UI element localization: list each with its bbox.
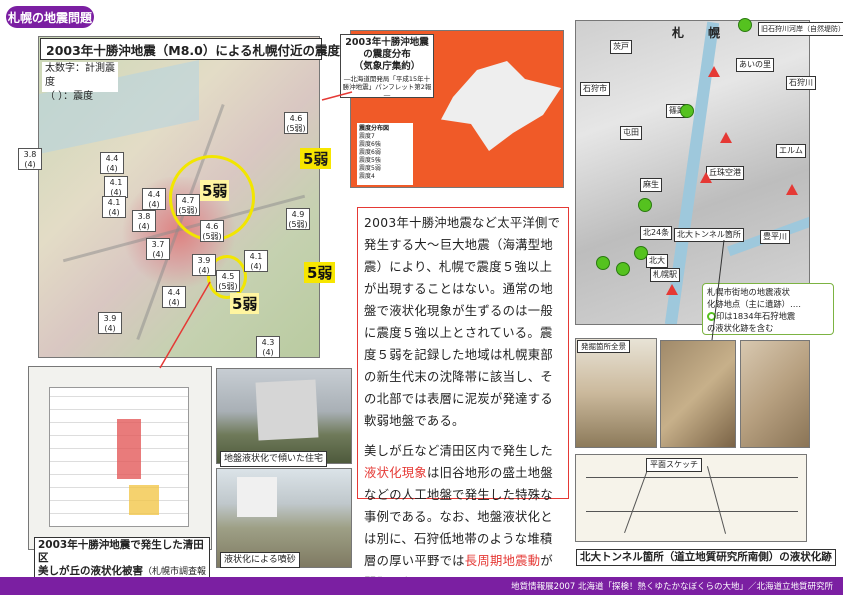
explanation-text: 2003年十勝沖地震など太平洋側で発生する大〜巨大地震（海溝型地震）により、札幌… [357, 207, 569, 590]
intensity-value: 4.6 (5弱) [284, 112, 308, 134]
site-marker [700, 172, 712, 183]
place-label: 豊平川 [760, 230, 790, 244]
intensity-value: 4.9 (5弱) [286, 208, 310, 230]
intensity-value: 4.4 (4) [142, 188, 166, 210]
excavation-overview-photo [575, 338, 657, 448]
place-label: 麻生 [640, 178, 662, 192]
damage-area [129, 485, 159, 515]
intensity-value: 4.3 (4) [256, 336, 280, 358]
house-caption: 地盤液状化で傾いた住宅 [220, 451, 328, 467]
legend-measured: 太数字：計測震度 [45, 63, 115, 88]
paragraph-2: 美しが丘など清田区内で発生した液状化現象は旧谷地形の盛土地盤などの人工地盤で発生… [364, 444, 553, 590]
map-legend: 太数字：計測震度 （ ）：震度 [42, 62, 118, 102]
excavation-caption: 発掘箇所全景 [577, 340, 630, 353]
intensity-label: 5弱 [200, 180, 230, 201]
place-label: 北大 [646, 254, 668, 268]
intensity-value: 4.7 (5弱) [176, 194, 200, 216]
paragraph-1: 2003年十勝沖地震など太平洋側で発生する大〜巨大地震（海溝型地震）により、札幌… [364, 216, 561, 428]
map-title: 2003年十勝沖地震（M8.0）による札幌付近の震度 [40, 38, 340, 60]
footer-bar: 地質情報展2007 北海道「探検！熱くゆたかなぼくらの大地」／北海道立地質研究所 [0, 577, 843, 595]
liquefaction-marker [680, 104, 694, 118]
intensity-label: 5弱 [230, 293, 260, 314]
sketch-line [586, 477, 798, 478]
legend-intensity: （ ）：震度 [45, 91, 94, 102]
intensity-value: 3.8 (4) [132, 210, 156, 232]
intensity-value: 4.4 (4) [100, 152, 124, 174]
excavation-detail-photo [660, 340, 736, 448]
marker-label: 旧石狩川河岸（自然堤防） [758, 22, 843, 36]
place-label: 石狩川 [786, 76, 816, 90]
site-marker [720, 132, 732, 143]
intensity-value: 4.6 (5弱) [200, 220, 224, 242]
tilted-house-photo [216, 368, 352, 464]
sand-dike-photo [740, 340, 810, 448]
sketch-line [586, 511, 798, 512]
place-label: 北24条 [640, 226, 673, 240]
hokkaido-land [441, 61, 561, 151]
city-label: 札 幌 [672, 26, 727, 40]
kiyota-district-map [28, 366, 212, 550]
liquefaction-map-caption: 札幌市街地の地震液状 化跡地点（主に遺跡）‥‥ 印は1834年石狩地震 の液状化… [702, 283, 834, 335]
intensity-value: 3.8 (4) [18, 148, 42, 170]
intensity-label: 5弱 [300, 148, 332, 169]
intensity-value: 4.1 (4) [244, 250, 268, 272]
place-label: 屯田 [620, 126, 642, 140]
house-shape [255, 379, 319, 441]
place-label: エルム [776, 144, 806, 158]
intensity-value: 3.9 (4) [98, 312, 122, 334]
section-tag: 札幌の地震問題 [6, 6, 94, 28]
green-ring-icon [707, 312, 716, 321]
building-shape [237, 477, 277, 517]
site-marker [666, 284, 678, 295]
liquefaction-marker [638, 198, 652, 212]
intensity-value: 4.5 (5弱) [216, 270, 240, 292]
liquefaction-marker [738, 18, 752, 32]
hokkaido-map-legend: 震度分布図 震度7 震度6強 震度6弱 震度5強 震度5弱 震度4 [357, 123, 413, 185]
intensity-label: 5弱 [304, 262, 336, 283]
site-marker [786, 184, 798, 195]
liquefaction-marker [596, 256, 610, 270]
intensity-value: 3.9 (4) [192, 254, 216, 276]
footer-text: 地質情報展2007 北海道「探検！熱くゆたかなぼくらの大地」／北海道立地質研究所 [511, 582, 833, 592]
liquefaction-marker [634, 246, 648, 260]
intensity-value: 4.1 (4) [104, 176, 128, 198]
place-label: 北大トンネル箇所 [674, 228, 744, 242]
liquefaction-marker [616, 262, 630, 276]
damage-area [117, 419, 141, 479]
hokkaido-map-caption: 2003年十勝沖地震 の震度分布 （気象庁集約） ―北海道開発局「平成15年十勝… [340, 34, 434, 99]
sand-boil-caption: 液状化による噴砂 [220, 552, 300, 568]
place-label: 茨戸 [610, 40, 632, 54]
place-label: 石狩市 [580, 82, 610, 96]
intensity-value: 4.4 (4) [162, 286, 186, 308]
sketch-caption: 平面スケッチ [646, 458, 702, 472]
site-marker [708, 66, 720, 77]
place-label: あいの里 [736, 58, 774, 72]
liquefaction-site-map [575, 20, 810, 325]
intensity-value: 4.1 (4) [102, 196, 126, 218]
tunnel-caption: 北大トンネル箇所（道立地質研究所南側）の液状化跡 [576, 549, 836, 566]
intensity-value: 3.7 (4) [146, 238, 170, 260]
place-label: 札幌駅 [650, 268, 680, 282]
